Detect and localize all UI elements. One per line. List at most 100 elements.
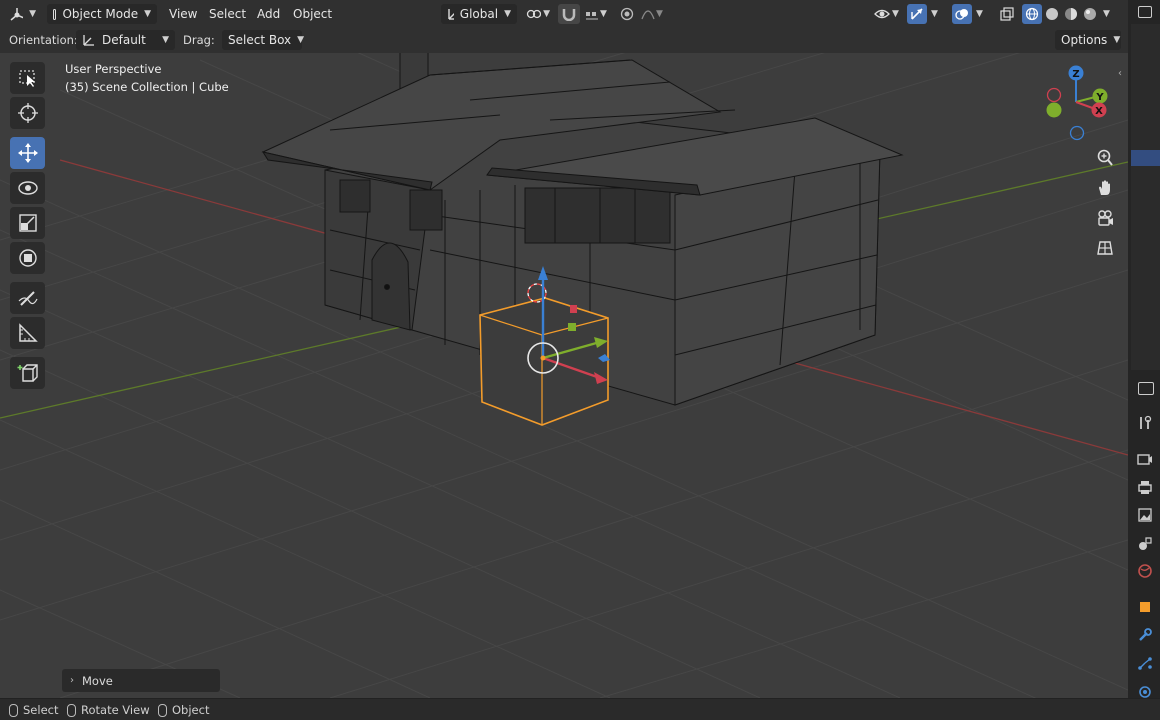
printer-icon	[1138, 481, 1152, 494]
add-cube-tool[interactable]	[10, 357, 45, 389]
chevron-right-icon: ›	[70, 675, 74, 686]
status-item-object: Object	[158, 702, 209, 718]
shading-material[interactable]	[1061, 4, 1081, 24]
outliner-selected-row	[1131, 150, 1160, 166]
scene-icon	[1139, 537, 1152, 550]
chevron-down-icon: ▼	[543, 9, 550, 19]
menu-view[interactable]: View	[169, 4, 197, 24]
status-item-rotate-view: Rotate View	[67, 702, 150, 718]
menu-select[interactable]: Select	[209, 4, 246, 24]
xray-icon	[1000, 7, 1014, 21]
hand-icon	[1099, 180, 1110, 195]
collapse-sidebar-arrow-icon[interactable]: ‹	[1118, 68, 1122, 79]
options-label: Options	[1061, 33, 1108, 47]
viewport-header: ▼ Object Mode ▼ View Select Add Object G…	[0, 0, 1128, 27]
mouse-left-icon	[9, 703, 18, 717]
move-tool[interactable]	[10, 137, 45, 169]
gizmo-y-label: Y	[1095, 92, 1104, 103]
shading-wireframe[interactable]	[1022, 4, 1042, 24]
object-properties-tab[interactable]	[1136, 598, 1154, 616]
3d-viewport[interactable]: User Perspective (35) Scene Collection |…	[0, 0, 1128, 698]
drag-value: Select Box	[228, 33, 292, 47]
drag-dropdown[interactable]: Select Box ▼	[222, 30, 305, 50]
snap-toggle[interactable]	[558, 4, 580, 24]
gizmo-toggle[interactable]	[907, 4, 927, 24]
wrench-screwdriver-icon	[1140, 415, 1152, 429]
snap-target-dropdown[interactable]: ▼	[582, 4, 610, 24]
shading-dropdown[interactable]: ▼	[1100, 4, 1116, 24]
chevron-down-icon: ▼	[297, 35, 305, 45]
editor-type-button[interactable]: ▼	[6, 4, 40, 24]
status-rotate-label: Rotate View	[81, 703, 150, 717]
snap-increment-icon	[586, 12, 598, 20]
eye-icon	[874, 9, 890, 19]
orientation-value: Global	[459, 7, 499, 21]
mode-dropdown[interactable]: Object Mode ▼	[47, 4, 157, 24]
cursor-icon	[17, 103, 38, 123]
zoom-icon	[1097, 149, 1113, 166]
chevron-down-icon: ▼	[931, 9, 938, 19]
gizmo-icon	[911, 8, 923, 20]
status-bar: Select Rotate View Object	[0, 698, 1160, 720]
rotate-icon	[17, 181, 38, 195]
chevron-down-icon: ▼	[656, 9, 663, 19]
pan-button[interactable]	[1092, 175, 1118, 201]
ortho-toggle-button[interactable]	[1092, 235, 1118, 261]
options-dropdown[interactable]: Options ▼	[1055, 30, 1121, 50]
xray-toggle[interactable]	[997, 4, 1017, 24]
modifier-properties-tab[interactable]	[1136, 626, 1154, 644]
transform-icon	[18, 249, 37, 267]
shading-solid[interactable]	[1042, 4, 1062, 24]
zoom-button[interactable]	[1092, 145, 1118, 171]
render-properties-tab[interactable]	[1136, 450, 1154, 468]
properties-editor-type-icon[interactable]	[1138, 382, 1154, 395]
menu-object[interactable]: Object	[293, 4, 332, 24]
grid-icon	[1097, 241, 1113, 255]
chevron-down-icon: ▼	[976, 9, 983, 19]
overlays-dropdown[interactable]: ▼	[973, 4, 989, 24]
orientation-icon	[448, 9, 454, 20]
world-properties-tab[interactable]	[1136, 562, 1154, 580]
visibility-dropdown[interactable]: ▼	[871, 4, 903, 24]
annotate-tool[interactable]	[10, 282, 45, 314]
scene-properties-tab[interactable]	[1136, 534, 1154, 552]
output-properties-tab[interactable]	[1136, 478, 1154, 496]
tool-orientation-dropdown[interactable]: Default ▼	[76, 30, 175, 50]
wireframe-sphere-icon	[1025, 7, 1039, 21]
overlays-icon	[955, 9, 968, 20]
chevron-down-icon: ▼	[1113, 35, 1121, 45]
chevron-down-icon: ▼	[162, 35, 169, 45]
rotate-tool[interactable]	[10, 172, 45, 204]
proportional-editing-toggle[interactable]	[616, 4, 638, 24]
physics-icon	[1139, 686, 1151, 698]
viewport-perspective-label: User Perspective	[65, 62, 162, 76]
orientation-label: Orientation:	[9, 33, 78, 47]
scale-icon	[18, 214, 37, 232]
pivot-point-dropdown[interactable]: ▼	[523, 4, 553, 24]
orientation-icon	[83, 35, 94, 46]
chevron-down-icon: ▼	[600, 9, 607, 19]
transform-orientation-dropdown[interactable]: Global ▼	[441, 4, 517, 24]
cursor-tool[interactable]	[10, 97, 45, 129]
object-mode-icon	[53, 8, 57, 20]
scale-tool[interactable]	[10, 207, 45, 239]
outliner-editor-type-icon[interactable]	[1138, 6, 1152, 18]
chevron-down-icon: ▼	[892, 9, 899, 19]
measure-tool[interactable]	[10, 317, 45, 349]
navigation-gizmo[interactable]: Z Y X	[1040, 62, 1120, 142]
particle-properties-tab[interactable]	[1136, 654, 1154, 672]
chevron-down-icon: ▼	[144, 9, 151, 19]
camera-view-button[interactable]	[1092, 205, 1118, 231]
overlays-toggle[interactable]	[952, 4, 972, 24]
shading-rendered[interactable]	[1080, 4, 1100, 24]
tool-properties-tab[interactable]	[1136, 414, 1154, 432]
particles-icon	[1138, 657, 1152, 670]
last-operator-panel[interactable]: › Move	[62, 669, 220, 692]
transform-tool[interactable]	[10, 242, 45, 274]
menu-add[interactable]: Add	[257, 4, 280, 24]
view-layer-properties-tab[interactable]	[1136, 506, 1154, 524]
proportional-falloff-dropdown[interactable]: ▼	[638, 4, 668, 24]
gizmo-dropdown[interactable]: ▼	[928, 4, 944, 24]
select-box-tool[interactable]	[10, 62, 45, 94]
camera-back-icon	[1137, 454, 1152, 465]
